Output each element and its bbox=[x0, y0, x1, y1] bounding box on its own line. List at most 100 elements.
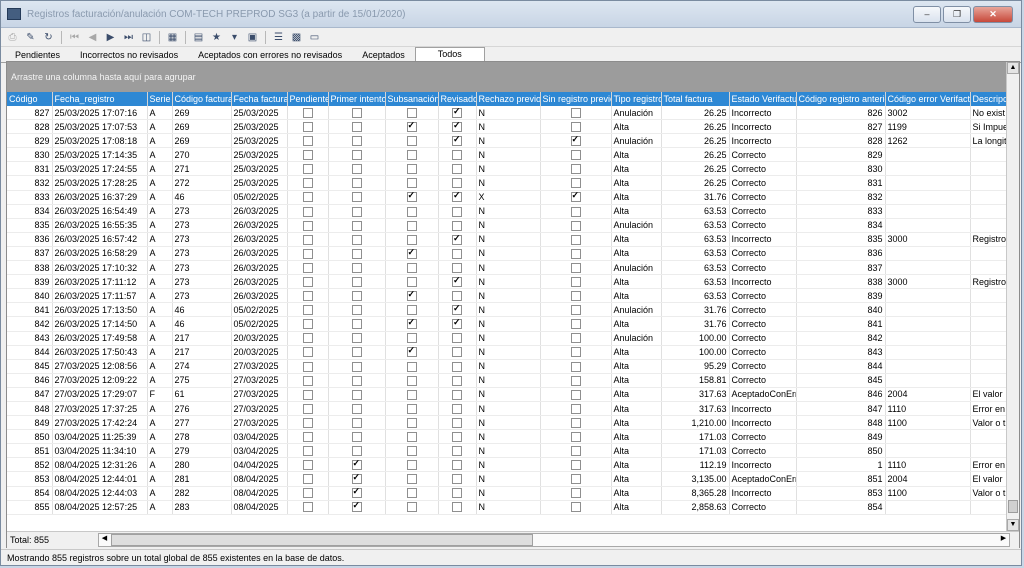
table-row[interactable]: 831 25/03/2025 17:24:55 A 271 25/03/2025 N Alt… bbox=[7, 161, 1008, 177]
checkbox[interactable] bbox=[570, 389, 581, 400]
checkbox[interactable] bbox=[570, 206, 581, 217]
checkbox[interactable] bbox=[302, 389, 313, 400]
checkbox[interactable] bbox=[351, 206, 362, 217]
checkbox[interactable] bbox=[351, 486, 362, 499]
checkbox[interactable] bbox=[452, 303, 462, 316]
column-header[interactable]: Estado Verifactu bbox=[729, 92, 797, 106]
column-header[interactable]: Fecha factura bbox=[231, 92, 288, 106]
checkbox[interactable] bbox=[570, 134, 581, 147]
checkbox[interactable] bbox=[570, 361, 581, 372]
checkbox[interactable] bbox=[351, 458, 362, 471]
cell-subs[interactable] bbox=[385, 218, 439, 233]
checkbox[interactable] bbox=[302, 276, 313, 287]
cell-rev[interactable] bbox=[438, 175, 477, 191]
cell-rev[interactable] bbox=[438, 443, 477, 459]
cell-pend[interactable] bbox=[287, 204, 329, 219]
cell-sin[interactable] bbox=[540, 246, 612, 262]
checkbox[interactable] bbox=[406, 190, 417, 203]
checkbox[interactable] bbox=[406, 178, 417, 189]
checkbox[interactable] bbox=[351, 150, 362, 161]
checkbox[interactable] bbox=[452, 502, 462, 513]
cell-rev[interactable] bbox=[438, 387, 477, 402]
checkbox[interactable] bbox=[452, 361, 462, 372]
cell-sin[interactable] bbox=[540, 345, 612, 360]
cell-sin[interactable] bbox=[540, 486, 612, 501]
cell-sin[interactable] bbox=[540, 457, 612, 473]
cell-sin[interactable] bbox=[540, 147, 612, 163]
column-header[interactable]: Tipo registro bbox=[611, 92, 662, 106]
checkbox[interactable] bbox=[570, 375, 581, 386]
checkbox[interactable] bbox=[351, 262, 362, 273]
checkbox[interactable] bbox=[302, 220, 313, 231]
checkbox[interactable] bbox=[406, 375, 417, 386]
checkbox[interactable] bbox=[351, 347, 362, 358]
cell-rev[interactable] bbox=[438, 232, 477, 247]
checkbox[interactable] bbox=[452, 403, 462, 414]
cell-pend[interactable] bbox=[287, 429, 329, 445]
cell-subs[interactable] bbox=[385, 106, 439, 121]
table-row[interactable]: 83926/03/2025 17:11:12A27326/03/2025 N Alt… bbox=[7, 274, 1008, 290]
checkbox[interactable] bbox=[302, 248, 313, 259]
cell-primer[interactable] bbox=[328, 471, 386, 487]
cell-subs[interactable] bbox=[385, 331, 439, 346]
checkbox[interactable] bbox=[570, 248, 581, 259]
restore-button[interactable]: ❐ bbox=[943, 5, 971, 23]
checkbox[interactable] bbox=[570, 305, 581, 316]
cell-subs[interactable] bbox=[385, 232, 439, 247]
checkbox[interactable] bbox=[452, 106, 462, 118]
cell-sin[interactable] bbox=[540, 401, 612, 417]
cell-subs[interactable] bbox=[385, 161, 439, 177]
scroll-left-icon[interactable]: ◀ bbox=[99, 534, 110, 544]
checkbox[interactable] bbox=[452, 120, 462, 132]
cell-sin[interactable] bbox=[540, 288, 612, 304]
checkbox[interactable] bbox=[406, 460, 417, 471]
checkbox[interactable] bbox=[452, 488, 462, 499]
checkbox[interactable] bbox=[406, 107, 417, 118]
cell-rev[interactable] bbox=[438, 274, 477, 290]
cell-sin[interactable] bbox=[540, 190, 612, 205]
cell-rev[interactable] bbox=[438, 161, 477, 177]
checkbox[interactable] bbox=[570, 121, 581, 132]
column-header[interactable]: Pendiente bbox=[287, 92, 329, 106]
checkbox[interactable] bbox=[351, 107, 362, 118]
table-row[interactable]: 838 26/03/2025 17:10:32 A 273 26/03/2025 N Anu… bbox=[7, 260, 1008, 276]
column-header[interactable]: Código bbox=[7, 92, 53, 106]
checkbox[interactable] bbox=[452, 432, 462, 443]
group-by-area[interactable]: Arrastre una columna hasta aquí para agr… bbox=[7, 62, 1019, 92]
column-header[interactable]: Código registro anterior bbox=[796, 92, 886, 106]
checkbox[interactable] bbox=[302, 432, 313, 443]
checkbox[interactable] bbox=[452, 333, 462, 344]
checkbox[interactable] bbox=[406, 474, 417, 485]
checkbox[interactable] bbox=[351, 234, 362, 245]
checkbox[interactable] bbox=[452, 248, 462, 259]
checkbox[interactable] bbox=[452, 206, 462, 217]
checkbox[interactable] bbox=[406, 502, 417, 513]
list-icon[interactable]: ☰ bbox=[271, 30, 286, 44]
cell-primer[interactable] bbox=[328, 133, 386, 149]
cell-pend[interactable] bbox=[287, 443, 329, 459]
cell-sin[interactable] bbox=[540, 359, 612, 374]
checkbox[interactable] bbox=[570, 291, 581, 302]
cell-rev[interactable] bbox=[438, 133, 477, 149]
card-icon[interactable]: ▣ bbox=[245, 30, 260, 44]
cell-primer[interactable] bbox=[328, 345, 386, 360]
table-row[interactable]: 843 26/03/2025 17:49:58 A 217 20/03/2025 N Anu… bbox=[7, 331, 1008, 346]
table-row[interactable]: 848 27/03/2025 17:37:25 A 276 27/03/2025 N Alt… bbox=[7, 401, 1008, 417]
cell-rev[interactable] bbox=[438, 457, 477, 473]
cell-subs[interactable] bbox=[385, 274, 439, 290]
table-row[interactable]: 835 26/03/2025 16:55:35 A 273 26/03/2025 N Anu… bbox=[7, 218, 1008, 233]
checkbox[interactable] bbox=[570, 107, 581, 118]
cell-pend[interactable] bbox=[287, 345, 329, 360]
table-row[interactable]: 83326/03/2025 16:37:29A4605/02/2025 X Alta… bbox=[7, 190, 1008, 205]
table-row[interactable]: 82725/03/2025 17:07:16A26925/03/2025 N Anu… bbox=[7, 106, 1008, 121]
table-row[interactable]: 846 27/03/2025 12:09:22 A 275 27/03/2025 N Alt… bbox=[7, 373, 1008, 388]
cell-pend[interactable] bbox=[287, 161, 329, 177]
checkbox[interactable] bbox=[302, 164, 313, 175]
scroll-right-icon[interactable]: ▶ bbox=[998, 534, 1009, 544]
pin-icon[interactable]: ✎ bbox=[23, 30, 38, 44]
checkbox[interactable] bbox=[570, 488, 581, 499]
checkbox[interactable] bbox=[570, 164, 581, 175]
table-row[interactable]: 834 26/03/2025 16:54:49 A 273 26/03/2025 N Alt… bbox=[7, 204, 1008, 219]
checkbox[interactable] bbox=[406, 432, 417, 443]
table-row[interactable]: 85208/04/2025 12:31:26A28004/04/2025 N Alt… bbox=[7, 457, 1008, 473]
